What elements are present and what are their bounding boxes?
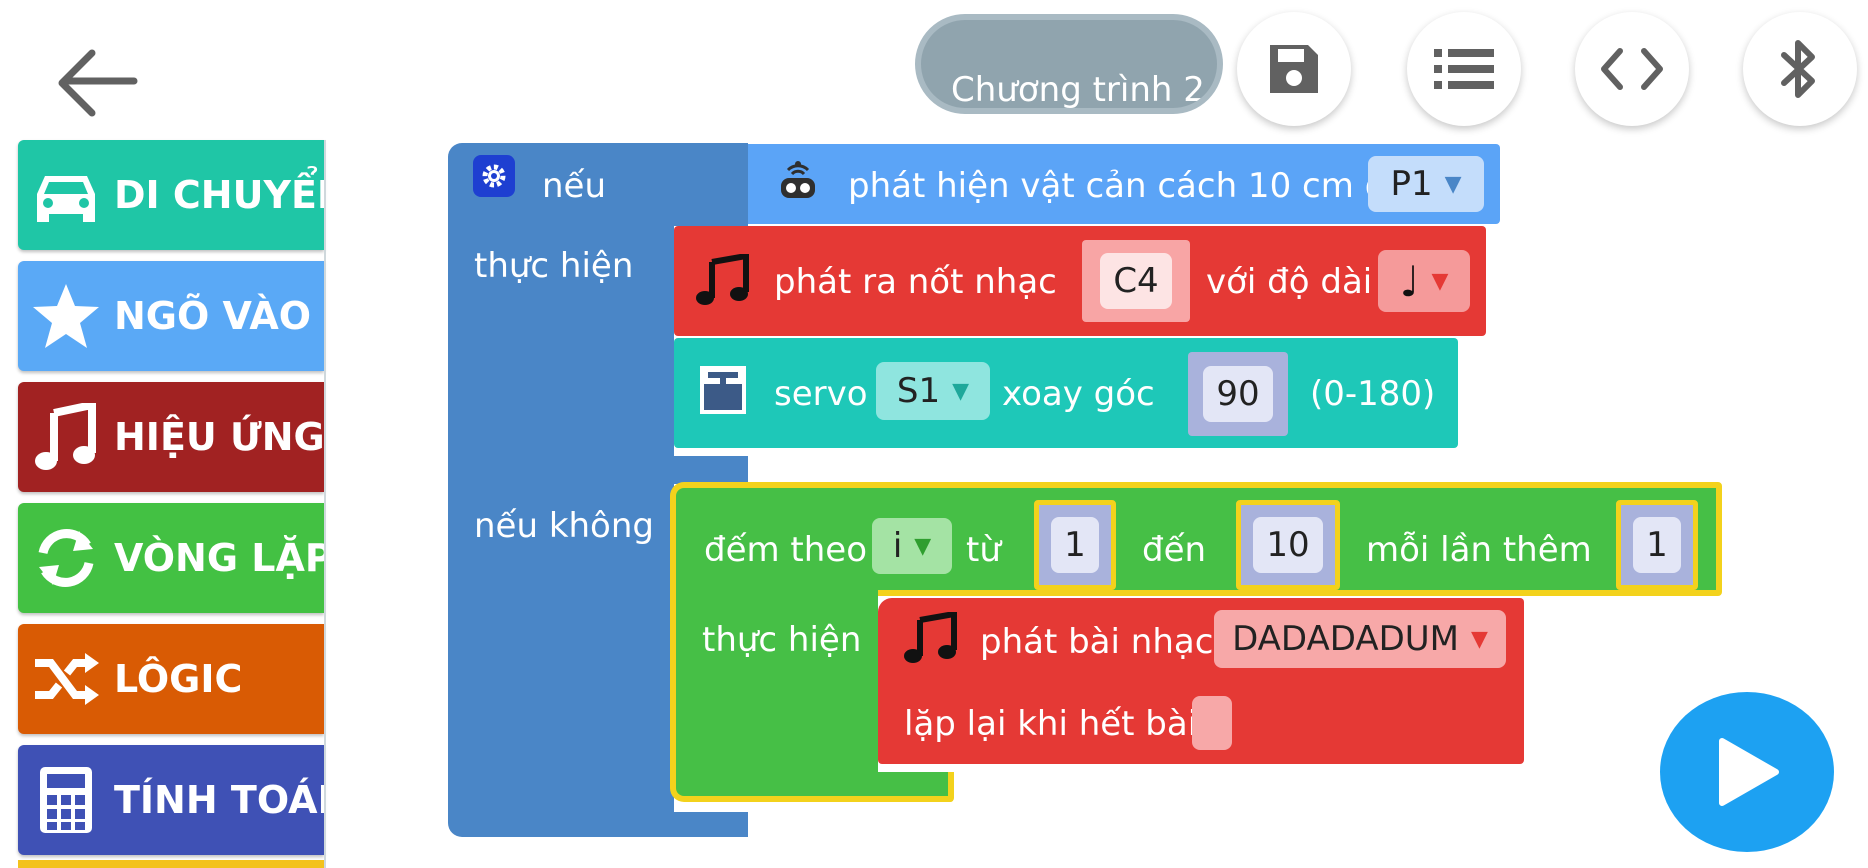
bluetooth-button[interactable] (1743, 12, 1857, 126)
sensor-port-value: P1 (1390, 164, 1433, 204)
loop-variable: i (892, 526, 903, 566)
category-logic[interactable]: LÔGIC (18, 624, 324, 734)
category-loops[interactable]: VÒNG LẶP (18, 503, 324, 613)
category-label: NGÕ VÀO (114, 294, 312, 338)
robot-sensor-icon (781, 161, 815, 198)
from-label: từ (966, 530, 1001, 570)
note-input-socket: C4 (1082, 240, 1190, 322)
melody-value: DADADADUM (1232, 619, 1459, 659)
angle-input-socket: 90 (1188, 352, 1288, 436)
category-math[interactable]: TÍNH TOÁN (18, 745, 324, 855)
category-effects[interactable]: HIỆU ỨNG (18, 382, 324, 492)
else-label: nếu không (474, 506, 654, 546)
to-label: đến (1142, 530, 1207, 570)
repeat-checkbox[interactable] (1192, 696, 1232, 750)
save-button[interactable] (1237, 12, 1351, 126)
angle-value-input[interactable]: 90 (1203, 366, 1273, 422)
melody-dropdown[interactable]: DADADADUM ▼ (1214, 610, 1506, 668)
car-icon (37, 176, 95, 222)
code-view-button[interactable] (1575, 12, 1689, 126)
step-input-socket: 1 (1616, 500, 1698, 590)
category-label: LÔGIC (114, 657, 243, 701)
bluetooth-icon (1781, 40, 1815, 98)
back-arrow-icon (58, 49, 138, 117)
category-label: DI CHUYỂN (114, 173, 324, 217)
run-button[interactable] (1660, 692, 1834, 852)
count-loop-body-frame: thực hiện (670, 590, 878, 800)
duration-label: với độ dài (1206, 262, 1373, 302)
to-value-input[interactable]: 10 (1253, 517, 1323, 573)
count-loop-block[interactable]: đếm theo i ▼ từ 1 đến 10 mỗi lần thêm 1 (670, 482, 1722, 596)
list-icon (1434, 49, 1494, 89)
melody-label: phát bài nhạc (980, 622, 1214, 662)
star-icon (33, 284, 99, 348)
obstacle-sensor-block[interactable]: phát hiện vật cản cách 10 cm ở P1 ▼ (748, 144, 1500, 224)
sensor-label: phát hiện vật cản cách 10 cm ở (848, 166, 1386, 206)
gear-icon (482, 164, 506, 188)
angle-range-label: (0-180) (1310, 374, 1436, 414)
category-label: TÍNH TOÁN (114, 778, 324, 822)
servo-motor-icon (700, 366, 746, 414)
note-value: C4 (1113, 261, 1159, 301)
servo-port-value: S1 (896, 371, 941, 411)
dropdown-arrow-icon: ▼ (952, 378, 970, 404)
block-list-button[interactable] (1407, 12, 1521, 126)
to-value: 10 (1266, 525, 1310, 565)
calculator-icon (40, 767, 92, 833)
category-movement[interactable]: DI CHUYỂN (18, 140, 324, 250)
play-icon (1719, 738, 1779, 806)
servo-rotate-label: xoay góc (1002, 374, 1155, 414)
save-icon (1270, 45, 1318, 93)
music-note-icon (904, 612, 957, 663)
count-loop-bottom (670, 772, 954, 802)
step-value-input[interactable]: 1 (1633, 517, 1681, 573)
step-label: mỗi lần thêm (1366, 530, 1592, 570)
duration-dropdown[interactable]: ♩ ▼ (1378, 250, 1470, 312)
repeat-label: lặp lại khi hết bài (904, 704, 1198, 744)
category-label: VÒNG LẶP (114, 536, 324, 580)
sensor-port-dropdown[interactable]: P1 ▼ (1368, 156, 1484, 212)
from-value: 1 (1064, 525, 1086, 565)
program-name-field[interactable]: Chương trình 2 (915, 14, 1223, 114)
settings-gear-button[interactable] (473, 155, 515, 197)
loop-do-label: thực hiện (702, 620, 862, 660)
music-note-icon (35, 403, 96, 470)
servo-rotate-block[interactable]: servo S1 ▼ xoay góc 90 (0-180) (674, 338, 1458, 448)
play-note-block[interactable]: phát ra nốt nhạc C4 với độ dài ♩ ▼ (674, 226, 1486, 336)
note-label: phát ra nốt nhạc (774, 262, 1057, 302)
category-label: HIỆU ỨNG (114, 415, 324, 459)
step-value: 1 (1646, 525, 1668, 565)
shuffle-icon (35, 653, 99, 705)
dropdown-arrow-icon: ▼ (914, 533, 932, 559)
back-button[interactable] (50, 45, 140, 125)
quarter-note-icon: ♩ (1399, 256, 1420, 306)
from-value-input[interactable]: 1 (1051, 517, 1099, 573)
category-input[interactable]: NGÕ VÀO (18, 261, 324, 371)
category-next-peek (18, 860, 324, 868)
servo-label: servo (774, 374, 868, 414)
dropdown-arrow-icon: ▼ (1444, 171, 1462, 197)
dropdown-arrow-icon: ▼ (1431, 268, 1449, 294)
from-input-socket: 1 (1034, 500, 1116, 590)
if-do-label: thực hiện (474, 246, 634, 286)
music-note-icon (696, 254, 749, 305)
loop-variable-dropdown[interactable]: i ▼ (872, 518, 952, 574)
program-name: Chương trình 2 (951, 70, 1205, 110)
to-input-socket: 10 (1236, 500, 1340, 590)
refresh-icon (38, 529, 94, 587)
count-label: đếm theo (704, 530, 868, 570)
dropdown-arrow-icon: ▼ (1471, 626, 1488, 652)
code-icon (1601, 48, 1663, 90)
servo-port-dropdown[interactable]: S1 ▼ (876, 362, 990, 420)
sidebar-divider (324, 140, 326, 868)
play-melody-block[interactable]: phát bài nhạc DADADADUM ▼ lặp lại khi hế… (878, 598, 1524, 764)
note-value-input[interactable]: C4 (1100, 253, 1172, 309)
angle-value: 90 (1216, 374, 1260, 414)
if-label: nếu (542, 166, 607, 206)
